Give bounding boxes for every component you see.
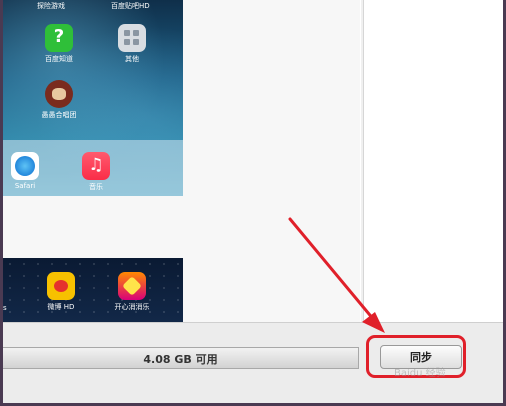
app-safari[interactable]: Safari	[3, 152, 47, 190]
capacity-bar: 4.08 GB 可用	[3, 347, 359, 369]
top-app-label-1: 探险游戏	[37, 2, 65, 10]
app-xiaoxiao[interactable]: 开心消消乐	[110, 272, 154, 312]
app-layout-pane: 探险游戏 百度贴吧HD 百度知道 其他 愚愚合唱团 Safari	[3, 0, 360, 322]
app-label: 微博 HD	[47, 303, 75, 311]
app-label: 愚愚合唱团	[41, 111, 77, 119]
app-weibo-hd[interactable]: 微博 HD	[39, 272, 83, 312]
right-side-pane	[363, 0, 503, 322]
capacity-text: 4.08 GB 可用	[143, 353, 218, 366]
xiaoxiao-icon	[118, 272, 146, 300]
ios-home-screen-page-1[interactable]: 探险游戏 百度贴吧HD 百度知道 其他 愚愚合唱团 Safari	[3, 0, 183, 196]
app-folder-other[interactable]: 其他	[110, 24, 154, 64]
app-label: 音乐	[89, 183, 103, 191]
ios-home-screen-page-2[interactable]: 微博 HD 开心消消乐	[3, 258, 183, 322]
app-label: 开心消消乐	[114, 303, 150, 311]
weibo-icon	[47, 272, 75, 300]
app-label: Safari	[14, 182, 36, 190]
baidu-zhidao-icon	[45, 24, 73, 52]
safari-icon	[11, 152, 39, 180]
app-baidu-zhidao[interactable]: 百度知道	[37, 24, 81, 64]
watermark: Baidu 经验	[394, 368, 446, 379]
app-game[interactable]: 愚愚合唱团	[37, 80, 81, 120]
app-folder-icon	[118, 24, 146, 52]
ios-dock: Safari 音乐	[3, 140, 183, 196]
game-face-icon	[45, 80, 73, 108]
app-label: 百度知道	[45, 55, 73, 63]
clipped-label-fragment: s	[3, 304, 7, 312]
music-icon	[82, 152, 110, 180]
top-app-label-2: 百度贴吧HD	[111, 2, 150, 10]
app-music[interactable]: 音乐	[74, 152, 118, 192]
app-label: 其他	[125, 55, 139, 63]
